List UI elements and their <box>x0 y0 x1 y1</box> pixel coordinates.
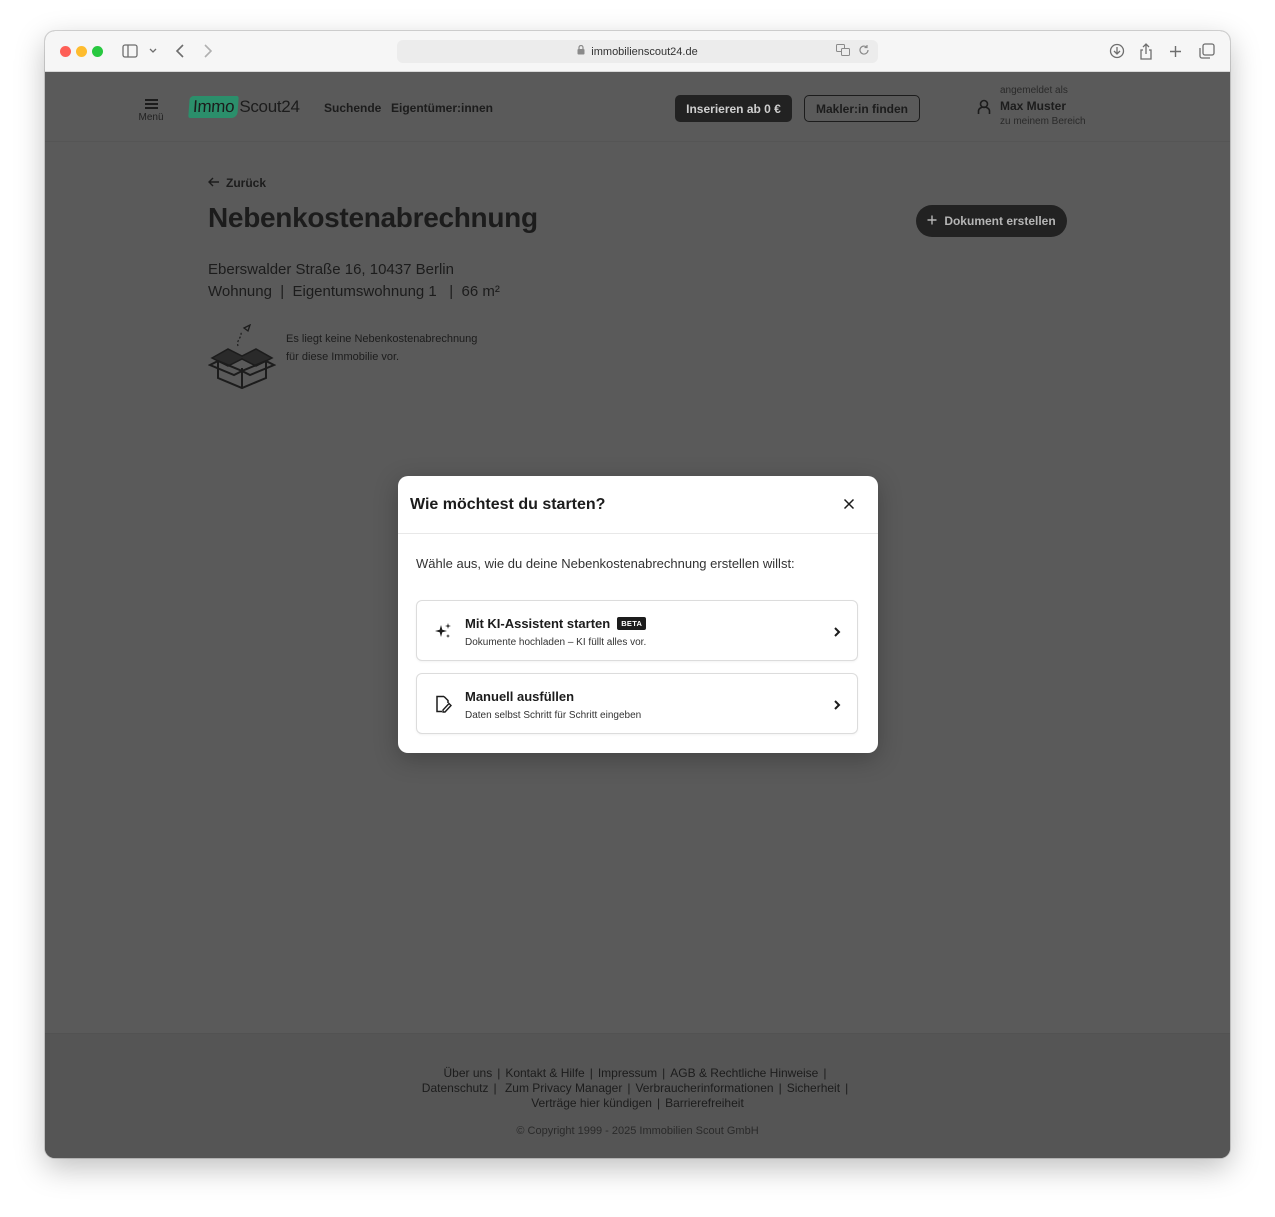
menu-label: Menü <box>138 112 164 123</box>
dialog-intro: Wähle aus, wie du deine Nebenkostenabrec… <box>416 556 795 571</box>
my-area-link[interactable]: zu meinem Bereich <box>1000 116 1086 127</box>
close-window-button[interactable] <box>60 46 71 57</box>
minimize-window-button[interactable] <box>76 46 87 57</box>
insert-listing-button[interactable]: Inserieren ab 0 € <box>675 95 792 122</box>
new-tab-icon[interactable] <box>1169 41 1182 61</box>
empty-state-message: Es liegt keine Nebenkostenabrechnung für… <box>286 333 478 363</box>
chevron-right-icon <box>833 698 841 716</box>
sidebar-toggle-icon[interactable] <box>122 41 138 61</box>
copyright: © Copyright 1999 - 2025 Immobilien Scout… <box>516 1125 759 1137</box>
footer-link-cancel-contracts[interactable]: Verträge hier kündigen <box>531 1096 652 1110</box>
page: Menü Immo Scout24 Suchende Eigentümer:in… <box>45 72 1230 1158</box>
share-icon[interactable] <box>1139 41 1153 61</box>
downloads-icon[interactable] <box>1109 41 1125 61</box>
create-document-label: Dokument erstellen <box>944 214 1056 228</box>
option-ai-subtitle: Dokumente hochladen – KI füllt alles vor… <box>465 637 647 648</box>
property-address: Eberswalder Straße 16, 10437 Berlin <box>208 261 454 278</box>
edit-document-icon <box>434 695 452 718</box>
option-ai-title: Mit KI-Assistent starten <box>465 616 611 631</box>
footer-links: Über uns | Kontakt & Hilfe | Impressum | AGB &… <box>421 1066 849 1110</box>
dialog-title: Wie möchtest du starten? <box>410 496 606 513</box>
find-agent-button[interactable]: Makler:in finden <box>804 95 920 122</box>
footer-link-privacy-manager[interactable]: Zum Privacy Manager <box>505 1081 622 1095</box>
start-dialog: Wie möchtest du starten? Wähle aus, wie … <box>398 476 878 753</box>
menu-button[interactable]: Menü <box>137 97 165 123</box>
empty-box-icon <box>207 323 277 395</box>
forward-nav-icon[interactable] <box>203 41 213 61</box>
maximize-window-button[interactable] <box>92 46 103 57</box>
footer-link-privacy[interactable]: Datenschutz <box>422 1081 489 1095</box>
chevron-right-icon <box>833 625 841 643</box>
footer-link-terms[interactable]: AGB & Rechtliche Hinweise <box>670 1066 818 1080</box>
hamburger-icon <box>137 99 165 109</box>
chevron-down-icon[interactable] <box>149 41 157 61</box>
close-icon[interactable] <box>842 497 856 511</box>
nav-eigentuemer[interactable]: Eigentümer:innen <box>391 101 493 115</box>
url-text: immobilienscout24.de <box>591 45 698 58</box>
user-icon[interactable] <box>977 99 991 120</box>
logo-immo: Immo <box>188 96 240 118</box>
browser-toolbar: immobilienscout24.de <box>45 31 1230 72</box>
logo-scout: Scout24 <box>239 97 300 116</box>
translate-icon[interactable] <box>836 44 850 59</box>
plus-icon <box>927 214 937 228</box>
signed-in-label: angemeldet als <box>1000 85 1068 96</box>
property-info: Wohnung | Eigentumswohnung 1 | 66 m² <box>208 283 500 300</box>
property-details: Eberswalder Straße 16, 10437 Berlin Wohn… <box>208 259 500 303</box>
browser-window: immobilienscout24.de Menü Immo Scout24 S… <box>45 31 1230 1158</box>
footer-link-accessibility[interactable]: Barrierefreiheit <box>665 1096 744 1110</box>
address-bar[interactable]: immobilienscout24.de <box>397 40 878 63</box>
footer-link-about[interactable]: Über uns <box>444 1066 493 1080</box>
site-header: Menü Immo Scout24 Suchende Eigentümer:in… <box>45 72 1230 142</box>
site-footer: Über uns | Kontakt & Hilfe | Impressum | AGB &… <box>45 1033 1230 1158</box>
lock-icon <box>577 44 585 58</box>
option-ai-title-row: Mit KI-Assistent starten BETA <box>465 616 647 631</box>
page-title: Nebenkostenabrechnung <box>208 202 538 233</box>
back-nav-icon[interactable] <box>175 41 185 61</box>
option-manual-title: Manuell ausfüllen <box>465 689 575 704</box>
sparkles-icon <box>434 622 452 645</box>
arrow-left-icon <box>208 176 220 190</box>
user-name[interactable]: Max Muster <box>1000 99 1066 113</box>
reload-icon[interactable] <box>858 44 870 59</box>
back-label: Zurück <box>226 176 267 190</box>
option-manual[interactable]: Manuell ausfüllen Daten selbst Schritt f… <box>416 673 858 734</box>
footer-link-consumer-info[interactable]: Verbraucherinformationen <box>635 1081 773 1095</box>
immoscout-logo[interactable]: Immo Scout24 <box>188 95 300 119</box>
footer-link-security[interactable]: Sicherheit <box>787 1081 840 1095</box>
tab-overview-icon[interactable] <box>1199 41 1215 61</box>
footer-link-contact[interactable]: Kontakt & Hilfe <box>505 1066 584 1080</box>
back-link[interactable]: Zurück <box>208 176 266 190</box>
dialog-header: Wie möchtest du starten? <box>398 476 878 534</box>
footer-link-imprint[interactable]: Impressum <box>598 1066 657 1080</box>
nav-suchende[interactable]: Suchende <box>324 101 381 115</box>
create-document-button[interactable]: Dokument erstellen <box>916 205 1067 237</box>
option-manual-subtitle: Daten selbst Schritt für Schritt eingebe… <box>465 710 642 721</box>
beta-badge: BETA <box>617 617 647 630</box>
option-ai-assistant[interactable]: Mit KI-Assistent starten BETA Dokumente … <box>416 600 858 661</box>
